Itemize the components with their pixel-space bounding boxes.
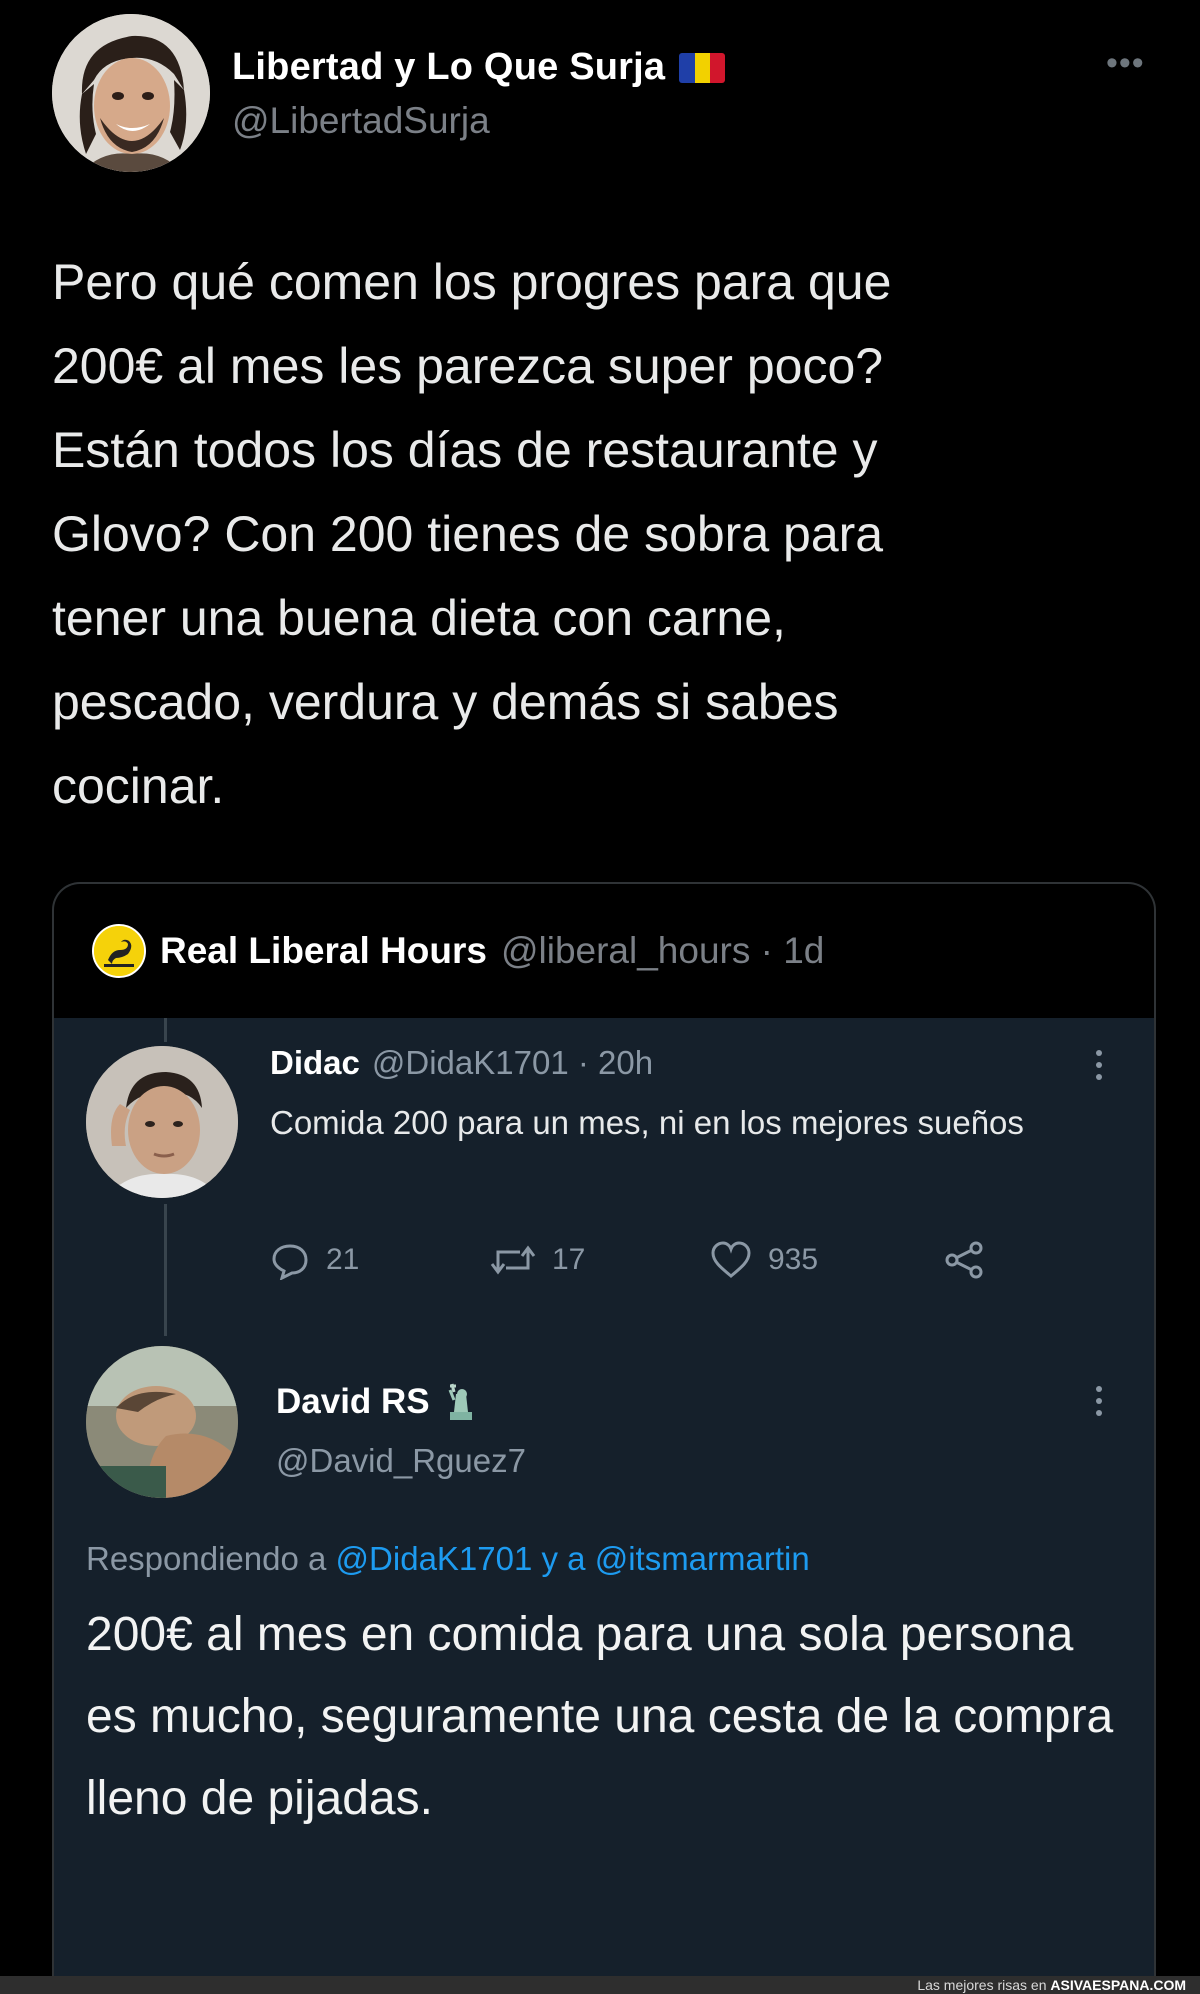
watermark-site: ASIVAESPANA.COM <box>1050 1977 1186 1993</box>
didac-more-options-icon[interactable] <box>1096 1050 1106 1080</box>
didac-handle-time: @DidaK1701 · 20h <box>371 1044 654 1081</box>
author-handle[interactable]: @LibertadSurja <box>232 100 490 142</box>
didac-display-name[interactable]: Didac <box>270 1044 360 1082</box>
statue-of-liberty-icon <box>448 1383 472 1420</box>
more-options-icon[interactable]: ••• <box>1106 46 1145 80</box>
replying-mentions[interactable]: @DidaK1701 y a @itsmarmartin <box>336 1540 810 1577</box>
author-display-name[interactable]: Libertad y Lo Que Surja <box>232 46 665 89</box>
heart-icon <box>711 1241 751 1278</box>
author-avatar[interactable] <box>52 14 210 172</box>
embedded-screenshot: Didac @DidaK1701 · 20h Comida 200 para u… <box>54 1018 1154 1994</box>
share-action[interactable] <box>942 1240 986 1280</box>
tweet-text: Pero qué comen los progres para que 200€… <box>52 254 892 814</box>
quoted-author-name[interactable]: Real Liberal Hours <box>160 930 487 972</box>
retweet-icon <box>490 1245 536 1275</box>
thread-line-middle <box>164 1204 167 1336</box>
thread-line-top <box>164 1018 167 1042</box>
replying-to-line: Respondiendo a @DidaK1701 y a @itsmarmar… <box>86 1540 810 1578</box>
didac-avatar[interactable] <box>86 1046 238 1198</box>
share-icon <box>945 1241 983 1279</box>
david-reply-text: 200€ al mes en comida para una sola pers… <box>86 1608 1114 1825</box>
david-handle[interactable]: @David_Rguez7 <box>276 1442 526 1480</box>
david-display-name[interactable]: David RS <box>276 1382 430 1422</box>
watermark-bar: Las mejores risas en ASIVAESPANA.COM <box>0 1976 1200 1994</box>
david-more-options-icon[interactable] <box>1096 1386 1106 1416</box>
andorra-flag-icon <box>679 52 726 83</box>
reply-action[interactable]: 21 <box>270 1240 359 1280</box>
like-action[interactable]: 935 <box>710 1240 818 1280</box>
didac-action-bar: 21 17 935 <box>270 1240 1030 1290</box>
gadsden-flag-icon[interactable] <box>92 924 146 978</box>
david-name-row: David RS <box>276 1382 478 1422</box>
quoted-tweet-card[interactable]: Real Liberal Hours @liberal_hours · 1d D… <box>52 882 1156 1994</box>
watermark-prefix: Las mejores risas en <box>917 1977 1047 1993</box>
replying-prefix: Respondiendo a <box>86 1540 327 1577</box>
author-name-row: Libertad y Lo Que Surja <box>232 46 726 89</box>
quoted-author-handle-time: @liberal_hours · 1d <box>500 930 825 971</box>
reply-icon <box>272 1244 308 1280</box>
didac-reply-text: Comida 200 para un mes, ni en los mejore… <box>270 1104 1024 1141</box>
watermark: Las mejores risas en ASIVAESPANA.COM <box>917 1976 1186 1994</box>
retweet-count: 17 <box>552 1243 586 1276</box>
like-count: 935 <box>768 1243 819 1276</box>
didac-header: Didac @DidaK1701 · 20h <box>270 1044 653 1082</box>
reply-count: 21 <box>326 1243 360 1276</box>
screenshot-page: Libertad y Lo Que Surja @LibertadSurja •… <box>0 0 1200 1994</box>
david-avatar[interactable] <box>86 1346 238 1498</box>
retweet-action[interactable]: 17 <box>490 1240 585 1280</box>
quoted-tweet-header: Real Liberal Hours @liberal_hours · 1d <box>92 924 824 978</box>
